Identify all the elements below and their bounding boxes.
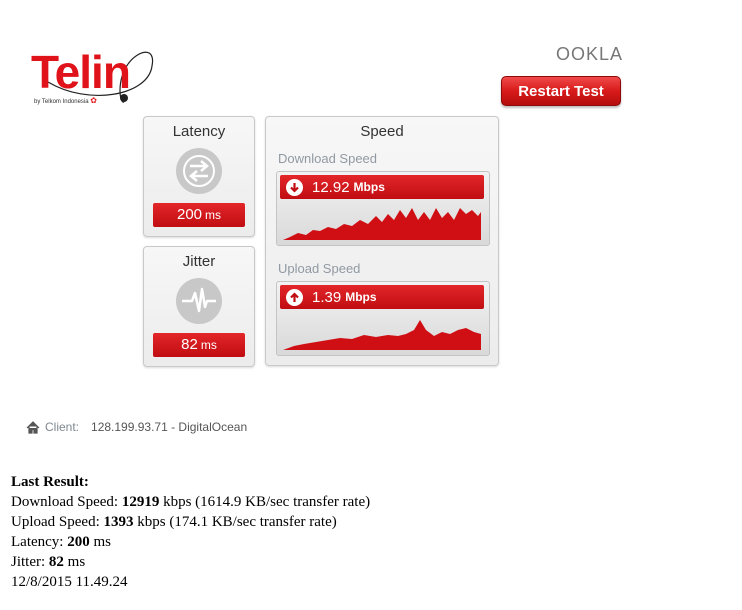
last-result-latency-value: 200 — [67, 534, 90, 550]
home-icon — [26, 420, 40, 434]
upload-arrow-icon — [286, 288, 303, 306]
jitter-unit: ms — [200, 338, 217, 352]
last-result-jitter: Jitter: 82 ms — [11, 552, 370, 572]
download-sparkline — [283, 208, 481, 240]
latency-value: 200 — [176, 206, 203, 223]
client-label: Client: — [45, 420, 80, 434]
last-result-latency-suffix: ms — [89, 534, 111, 550]
last-result-upload-prefix: Upload Speed: — [11, 514, 104, 530]
last-result: Last Result: Download Speed: 12919 kbps … — [11, 472, 370, 592]
last-result-latency: Latency: 200 ms — [11, 532, 370, 552]
latency-panel: Latency 200 ms — [143, 116, 255, 237]
logo-wordmark: Telin — [31, 46, 131, 98]
upload-unit: Mbps — [345, 290, 377, 304]
jitter-panel: Jitter 82 ms — [143, 246, 255, 367]
upload-speed-label: Upload Speed — [278, 261, 361, 276]
telkom-mark-icon: ✿ — [90, 96, 97, 105]
download-value: 12.92 — [312, 178, 350, 196]
download-speed-label: Download Speed — [278, 151, 378, 166]
jitter-title: Jitter — [182, 253, 216, 270]
jitter-value: 82 — [181, 336, 198, 353]
upload-value-bar: 1.39 Mbps — [280, 285, 484, 309]
client-value: 128.199.93.71 - DigitalOcean — [91, 420, 248, 434]
last-result-upload-suffix: kbps (174.1 KB/sec transfer rate) — [133, 514, 337, 530]
last-result-jitter-value: 82 — [48, 554, 64, 570]
download-arrow-icon — [286, 178, 303, 196]
logo-tagline-text: by Telkom Indonesia — [34, 99, 89, 105]
logo-tagline: by Telkom Indonesia ✿ — [34, 96, 97, 105]
latency-value-box: 200 ms — [153, 203, 245, 227]
last-result-timestamp: 12/8/2015 11.49.24 — [11, 574, 128, 590]
last-result-upload-value: 1393 — [103, 514, 134, 530]
restart-test-button[interactable]: Restart Test — [501, 76, 621, 106]
last-result-download-value: 12919 — [121, 494, 160, 510]
last-result-jitter-prefix: Jitter: — [11, 554, 49, 570]
latency-arrows-icon — [176, 148, 222, 194]
last-result-jitter-suffix: ms — [63, 554, 86, 570]
jitter-pulse-icon — [176, 278, 222, 324]
jitter-value-box: 82 ms — [153, 333, 245, 357]
telin-logo: Telin by Telkom Indonesia ✿ — [28, 46, 158, 110]
speed-title: Speed — [360, 123, 404, 140]
latency-unit: ms — [205, 208, 222, 222]
last-result-heading: Last Result: — [11, 474, 89, 490]
upload-graph: 1.39 Mbps — [276, 281, 490, 356]
upload-value: 1.39 — [312, 288, 342, 306]
last-result-upload: Upload Speed: 1393 kbps (174.1 KB/sec tr… — [11, 512, 370, 532]
upload-sparkline — [283, 320, 481, 350]
ookla-logo: OOKLA — [556, 44, 624, 64]
last-result-download: Download Speed: 12919 kbps (1614.9 KB/se… — [11, 492, 370, 512]
download-unit: Mbps — [353, 180, 385, 194]
client-info: Client: 128.199.93.71 - DigitalOcean — [26, 420, 247, 434]
last-result-download-prefix: Download Speed: — [11, 494, 122, 510]
download-value-bar: 12.92 Mbps — [280, 175, 484, 199]
last-result-download-suffix: kbps (1614.9 KB/sec transfer rate) — [159, 494, 371, 510]
download-graph: 12.92 Mbps — [276, 171, 490, 246]
last-result-latency-prefix: Latency: — [11, 534, 68, 550]
speed-panel: Speed Download Speed 12.92 Mbps Upload S… — [265, 116, 499, 366]
latency-title: Latency — [172, 123, 226, 140]
